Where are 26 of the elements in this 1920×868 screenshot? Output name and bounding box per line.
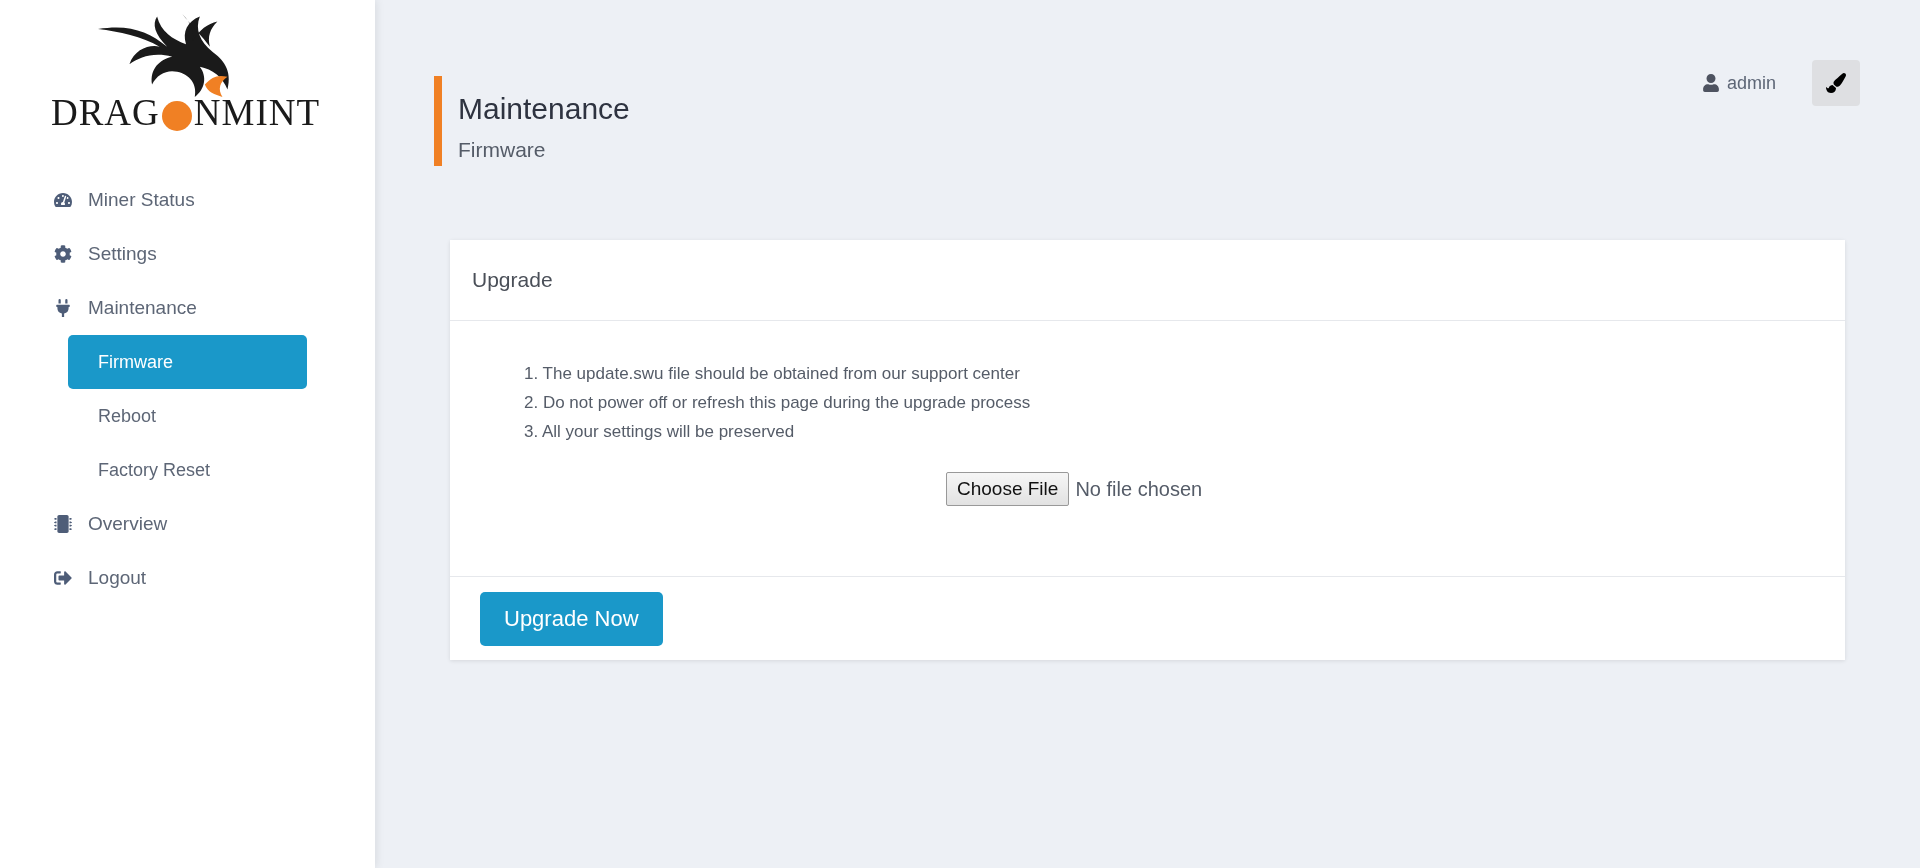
user-icon — [1701, 74, 1720, 92]
chip-icon — [52, 515, 74, 533]
settings-icon — [52, 245, 74, 263]
user-menu[interactable]: admin — [1701, 72, 1776, 94]
nav-subitem[interactable]: Firmware — [68, 335, 307, 389]
nav-item[interactable]: Logout — [52, 551, 375, 605]
choose-file-button[interactable]: Choose File — [946, 472, 1070, 506]
instruction-line: 3. All your settings will be preserved — [524, 421, 795, 443]
nav-item[interactable]: Miner Status — [52, 173, 375, 227]
nav-subitem[interactable]: Factory Reset — [68, 443, 307, 497]
theme-button[interactable] — [1812, 60, 1860, 106]
file-status: No file chosen — [1075, 477, 1203, 501]
gauge-icon — [52, 191, 74, 209]
card-title: Upgrade — [472, 268, 553, 292]
nav-item[interactable]: Settings — [52, 227, 375, 281]
logout-icon — [52, 569, 74, 587]
nav-item[interactable]: Maintenance — [52, 281, 375, 335]
nav-item[interactable]: Overview — [52, 497, 375, 551]
logo-wordmark: DRAG NMINT — [50, 94, 321, 131]
upgrade-button[interactable]: Upgrade Now — [480, 592, 663, 646]
brush-icon — [1826, 73, 1846, 93]
page-subtitle: Firmware — [458, 138, 547, 162]
nav-subitem[interactable]: Reboot — [68, 389, 307, 443]
instruction-line: 2. Do not power off or refresh this page during the upgrade process — [524, 392, 1031, 414]
page-title: Maintenance — [458, 92, 630, 126]
instruction-line: 1. The update.swu file should be obtained from our support center — [524, 363, 1020, 385]
